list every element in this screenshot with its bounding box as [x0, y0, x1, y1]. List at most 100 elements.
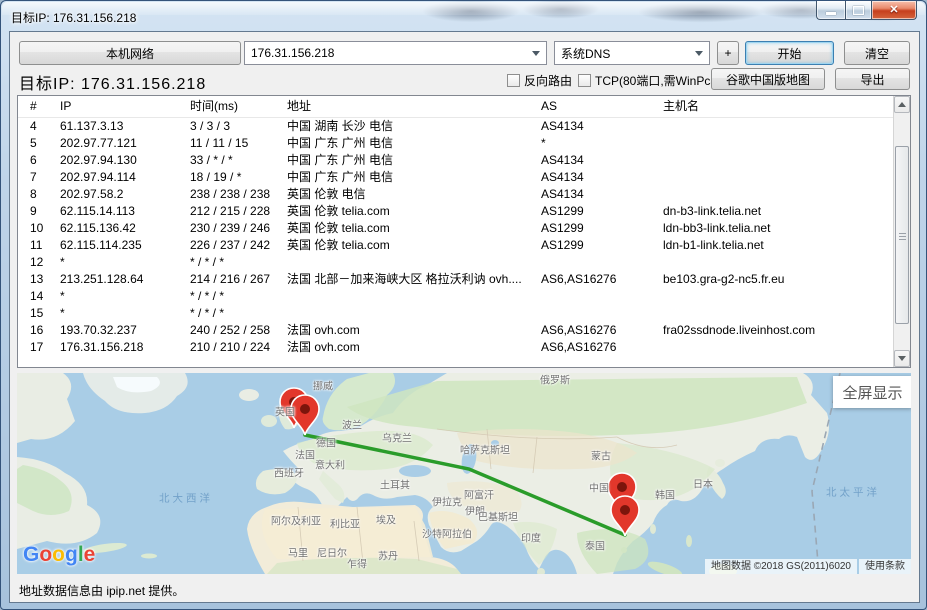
table-cell: 202.97.77.121 [60, 135, 137, 152]
table-cell: AS6,AS16276 [541, 271, 616, 288]
table-cell: 15 [30, 305, 43, 322]
table-cell: 3 / 3 / 3 [190, 118, 230, 135]
export-button[interactable]: 导出 [835, 68, 910, 90]
table-cell: * / * / * [190, 254, 224, 271]
checkbox-icon[interactable] [507, 74, 520, 87]
table-cell: 5 [30, 135, 37, 152]
table-row[interactable]: 17176.31.156.218210 / 210 / 224法国 ovh.co… [18, 339, 910, 356]
google-logo-letter: g [65, 543, 78, 566]
table-cell: 33 / * / * [190, 152, 233, 169]
table-cell: AS4134 [541, 118, 584, 135]
table-body: 461.137.3.133 / 3 / 3中国 湖南 长沙 电信AS413452… [18, 118, 910, 356]
scroll-up-button[interactable] [894, 96, 910, 113]
table-row[interactable]: 1162.115.114.235226 / 237 / 242英国 伦敦 tel… [18, 237, 910, 254]
clear-button[interactable]: 清空 [844, 41, 910, 65]
table-cell: 中国 广东 广州 电信 [287, 169, 393, 186]
target-ip-combobox[interactable]: 176.31.156.218 [244, 41, 547, 65]
table-cell: 7 [30, 169, 37, 186]
titlebar-shine [2, 2, 925, 15]
table-row[interactable]: 461.137.3.133 / 3 / 3中国 湖南 长沙 电信AS4134 [18, 118, 910, 135]
google-logo-letter: G [23, 543, 39, 566]
table-cell: 英国 伦敦 电信 [287, 186, 366, 203]
close-icon: ✕ [889, 5, 898, 16]
table-row[interactable]: 6202.97.94.13033 / * / *中国 广东 广州 电信AS413… [18, 152, 910, 169]
scrollbar-thumb[interactable] [895, 146, 909, 324]
minimize-button[interactable] [816, 1, 845, 20]
target-ip-value: 176.31.156.218 [251, 46, 334, 60]
table-cell: 法国 ovh.com [287, 339, 360, 356]
table-cell: * / * / * [190, 288, 224, 305]
table-cell: dn-b3-link.telia.net [663, 203, 761, 220]
vertical-scrollbar[interactable] [893, 96, 910, 367]
table-cell: 18 / 19 / * [190, 169, 241, 186]
table-cell: 英国 伦敦 telia.com [287, 220, 390, 237]
close-button[interactable]: ✕ [872, 1, 917, 20]
google-china-map-button[interactable]: 谷歌中国版地图 [711, 68, 825, 90]
checkbox-icon[interactable] [578, 74, 591, 87]
table-header: #IP时间(ms)地址AS主机名 [18, 96, 910, 118]
route-map[interactable]: 挪威俄罗斯英国波兰乌克兰德国法国意大利西班牙土耳其伊拉克伊朗沙特阿拉伯埃及利比亚… [17, 373, 911, 574]
table-cell: 62.115.136.42 [60, 220, 136, 237]
google-logo-letter: e [84, 543, 96, 566]
table-row[interactable]: 7202.97.94.11418 / 19 / *中国 广东 广州 电信AS41… [18, 169, 910, 186]
table-row[interactable]: 8202.97.58.2238 / 238 / 238英国 伦敦 电信AS413… [18, 186, 910, 203]
table-row[interactable]: 16193.70.32.237240 / 252 / 258法国 ovh.com… [18, 322, 910, 339]
scroll-down-button[interactable] [894, 350, 910, 367]
arrow-up-icon [898, 102, 906, 107]
caption-buttons: ✕ [816, 1, 917, 20]
table-cell: 13 [30, 271, 43, 288]
column-header: 地址 [287, 96, 311, 117]
table-cell: 6 [30, 152, 37, 169]
table-row[interactable]: 10 62.115.136.42 230 / 239 / 246 英国 伦敦 teli… [18, 220, 910, 237]
chevron-down-icon[interactable] [532, 51, 540, 56]
google-logo-letter: o [52, 543, 65, 566]
table-cell: ldn-b1-link.telia.net [663, 237, 764, 254]
reverse-route-checkbox[interactable]: 反向路由 [507, 72, 572, 89]
maximize-icon [853, 6, 864, 15]
column-header: AS [541, 96, 557, 117]
table-cell: 193.70.32.237 [60, 322, 137, 339]
column-header: IP [60, 96, 71, 117]
google-logo[interactable]: Google [23, 543, 95, 567]
local-network-button[interactable]: 本机网络 [19, 41, 241, 65]
table-cell: 英国 伦敦 telia.com [287, 237, 390, 254]
table-cell: 17 [30, 339, 43, 356]
table-cell: 62.115.14.113 [60, 203, 135, 220]
column-header: # [30, 96, 37, 117]
add-target-button[interactable]: + [717, 41, 739, 65]
table-cell: * [60, 305, 65, 322]
table-cell: 英国 伦敦 telia.com [287, 203, 390, 220]
table-cell: 10 [30, 220, 43, 237]
table-row[interactable]: 9 62.115.14.113 212 / 215 / 228 英国 伦敦 telia… [18, 203, 910, 220]
table-cell: 230 / 239 / 246 [190, 220, 270, 237]
table-cell: 9 [30, 203, 37, 220]
table-cell: 11 [30, 237, 42, 254]
table-row[interactable]: 13213.251.128.64214 / 216 / 267法国 北部－加来海… [18, 271, 910, 288]
table-cell: AS4134 [541, 186, 584, 203]
chevron-down-icon[interactable] [695, 51, 703, 56]
table-row[interactable]: 15** / * / * [18, 305, 910, 322]
dns-combobox[interactable]: 系统DNS [554, 41, 710, 65]
table-cell: 中国 湖南 长沙 电信 [287, 118, 393, 135]
table-cell: 中国 广东 广州 电信 [287, 135, 393, 152]
table-row[interactable]: 14** / * / * [18, 288, 910, 305]
fullscreen-button[interactable]: 全屏显示 [833, 376, 911, 408]
table-cell: 176.31.156.218 [60, 339, 143, 356]
terms-link[interactable]: 使用条款 [859, 559, 911, 574]
status-bar: 地址数据信息由 ipip.net 提供。 [19, 582, 184, 599]
start-button[interactable]: 开始 [745, 41, 834, 65]
table-cell: 8 [30, 186, 37, 203]
table-row[interactable]: 12** / * / * [18, 254, 910, 271]
table-cell: 62.115.114.235 [60, 237, 142, 254]
google-logo-letter: o [39, 543, 52, 566]
table-cell: 212 / 215 / 228 [190, 203, 270, 220]
thumb-grip-icon [899, 233, 906, 234]
dns-value: 系统DNS [561, 45, 610, 62]
maximize-button[interactable] [845, 1, 872, 20]
title-bar[interactable]: 目标IP: 176.31.156.218 ✕ [1, 1, 926, 31]
table-cell: 240 / 252 / 258 [190, 322, 270, 339]
table-cell: 202.97.94.114 [60, 169, 136, 186]
target-ip-label: 目标IP: 176.31.156.218 [19, 70, 206, 94]
table-row[interactable]: 5202.97.77.12111 / 11 / 15中国 广东 广州 电信* [18, 135, 910, 152]
table-cell: 61.137.3.13 [60, 118, 123, 135]
